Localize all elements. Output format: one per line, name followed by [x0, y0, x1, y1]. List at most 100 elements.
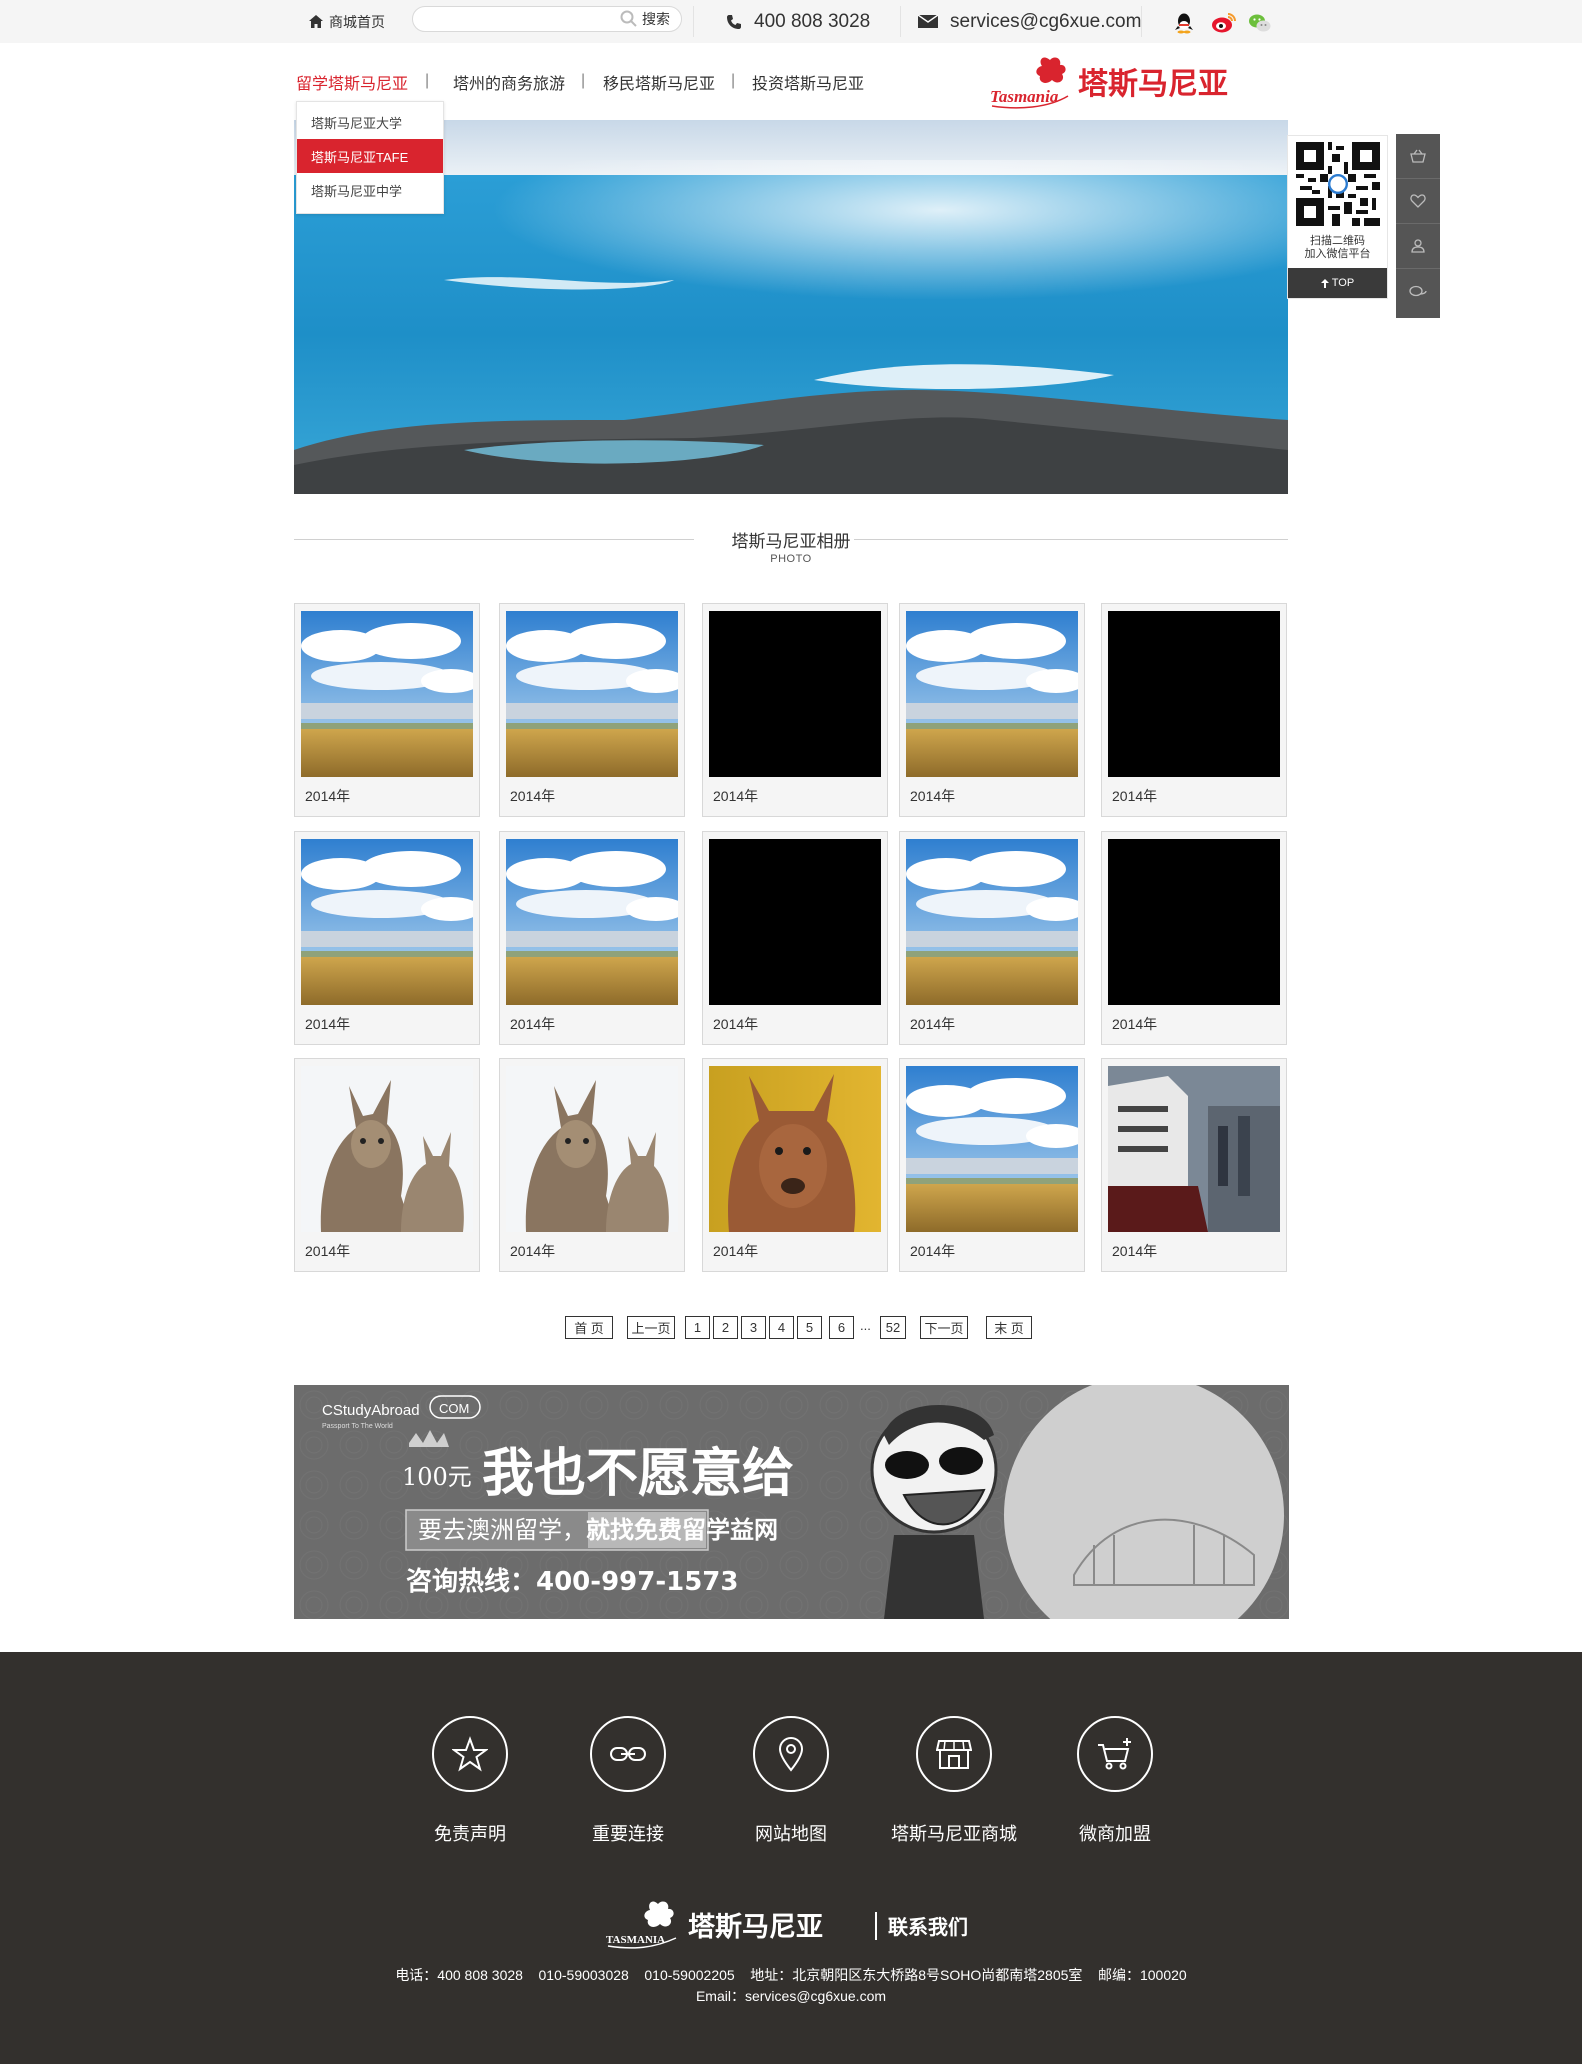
map-pin-icon [778, 1737, 804, 1772]
gallery-card[interactable]: 2014年 [702, 1058, 888, 1272]
home-icon [309, 15, 323, 28]
page-button-5[interactable]: 5 [797, 1316, 822, 1339]
gallery-caption: 2014年 [713, 1016, 759, 1032]
gallery-card[interactable]: 2014年 [702, 831, 888, 1045]
footer-link-sitemap[interactable]: 网站地图 [721, 1716, 861, 1846]
gallery-photo[interactable] [906, 1066, 1078, 1232]
gallery-photo[interactable] [906, 839, 1078, 1005]
nav-business-travel[interactable]: 塔州的商务旅游 [453, 65, 565, 99]
star-icon [452, 1736, 488, 1772]
nav-investment[interactable]: 投资塔斯马尼亚 [752, 65, 864, 99]
gallery-card[interactable]: 2014年 [899, 1058, 1085, 1272]
search-label: 搜索 [642, 11, 670, 27]
page-button-4[interactable]: 4 [769, 1316, 794, 1339]
site-logo[interactable]: Tasmania 塔斯马尼亚 [988, 52, 1264, 110]
svg-text:Passport To The World: Passport To The World [322, 1423, 393, 1430]
svg-text:我也不愿意给: 我也不愿意给 [482, 1443, 794, 1504]
gallery-caption: 2014年 [713, 1243, 759, 1259]
gallery-card[interactable]: 2014年 [1101, 1058, 1287, 1272]
gallery-card[interactable]: 2014年 [1101, 603, 1287, 817]
email-address[interactable]: services@cg6xue.com [918, 0, 1141, 43]
gallery-card[interactable]: 2014年 [499, 603, 685, 817]
heart-icon [1410, 194, 1426, 208]
nav-immigration[interactable]: 移民塔斯马尼亚 [603, 65, 715, 99]
footer-link-franchise[interactable]: 微商加盟 [1045, 1716, 1185, 1846]
qr-code [1295, 142, 1380, 226]
footer-contact: 电话：400 808 3028 010-59003028 010-5900220… [395, 1967, 1187, 2004]
gallery-photo[interactable] [709, 839, 881, 1005]
back-to-top-button[interactable]: TOP [1288, 268, 1387, 298]
gallery-card[interactable]: 2014年 [702, 603, 888, 817]
page-button-1[interactable]: 1 [685, 1316, 710, 1339]
footer-link-important[interactable]: 重要连接 [558, 1716, 698, 1846]
gallery-photo[interactable] [1108, 611, 1280, 777]
arrow-up-icon [1320, 278, 1329, 288]
side-chat-button[interactable] [1396, 269, 1440, 314]
gallery-caption: 2014年 [305, 1016, 351, 1032]
page-button-3[interactable]: 3 [741, 1316, 766, 1339]
gallery-card[interactable]: 2014年 [294, 603, 480, 817]
gallery-caption: 2014年 [713, 788, 759, 804]
gallery-card[interactable]: 2014年 [1101, 831, 1287, 1045]
search-button[interactable]: 搜索 [620, 6, 670, 32]
dropdown-item-university[interactable]: 塔斯马尼亚大学 [297, 105, 443, 139]
link-icon [610, 1747, 646, 1761]
ad-banner[interactable]: CStudyAbroad COM Passport To The World 1… [294, 1385, 1289, 1619]
gallery-photo[interactable] [1108, 1066, 1280, 1232]
svg-text:Tasmania: Tasmania [990, 87, 1059, 106]
svg-text:塔斯马尼亚: 塔斯马尼亚 [688, 1912, 823, 1943]
page-next-button[interactable]: 下一页 [920, 1316, 968, 1339]
side-cart-button[interactable] [1396, 134, 1440, 179]
mail-icon [918, 15, 938, 28]
top-bar: 商城首页 搜索 400 808 3028 services@cg6xue.com [0, 0, 1582, 43]
gallery-photo[interactable] [709, 611, 881, 777]
page-prev-button[interactable]: 上一页 [627, 1316, 675, 1339]
gallery-photo[interactable] [906, 611, 1078, 777]
gallery-photo[interactable] [301, 611, 473, 777]
footer-link-store[interactable]: 塔斯马尼亚商城 [884, 1716, 1024, 1846]
gallery-photo[interactable] [506, 611, 678, 777]
gallery-photo[interactable] [301, 839, 473, 1005]
phone-number: 400 808 3028 [726, 0, 870, 43]
qq-icon[interactable] [1173, 12, 1195, 34]
page-last-button[interactable]: 末 页 [986, 1316, 1032, 1339]
gallery-caption: 2014年 [910, 1243, 956, 1259]
gallery-card[interactable]: 2014年 [499, 1058, 685, 1272]
nav-study[interactable]: 留学塔斯马尼亚 [296, 65, 408, 99]
gallery-photo[interactable] [301, 1066, 473, 1232]
side-user-button[interactable] [1396, 224, 1440, 269]
footer-logo: TASMANIA 塔斯马尼亚 联系我们 [604, 1898, 984, 1954]
gallery-card[interactable]: 2014年 [294, 831, 480, 1045]
gallery-caption: 2014年 [1112, 1016, 1158, 1032]
dropdown-item-tafe[interactable]: 塔斯马尼亚TAFE [297, 139, 443, 173]
weibo-icon[interactable] [1211, 12, 1237, 34]
gallery-photo[interactable] [506, 1066, 678, 1232]
gallery-photo[interactable] [506, 839, 678, 1005]
gallery-caption: 2014年 [510, 1016, 556, 1032]
gallery-card[interactable]: 2014年 [899, 831, 1085, 1045]
side-favorite-button[interactable] [1396, 179, 1440, 224]
gallery-photo[interactable] [1108, 839, 1280, 1005]
footer-link-disclaimer[interactable]: 免责声明 [400, 1716, 540, 1846]
dropdown-item-highschool[interactable]: 塔斯马尼亚中学 [297, 173, 443, 207]
home-link[interactable]: 商城首页 [309, 0, 385, 43]
chat-icon [1409, 285, 1427, 296]
search-icon [620, 10, 637, 27]
wechat-icon[interactable] [1248, 12, 1272, 34]
gallery-card[interactable]: 2014年 [499, 831, 685, 1045]
page-first-button[interactable]: 首 页 [565, 1316, 613, 1339]
store-icon [936, 1740, 972, 1769]
gallery-photo[interactable] [709, 1066, 881, 1232]
svg-text:TASMANIA: TASMANIA [606, 1934, 665, 1946]
basket-icon [1410, 149, 1426, 163]
gallery-card[interactable]: 2014年 [294, 1058, 480, 1272]
contact-us-link[interactable]: 联系我们 [888, 1915, 968, 1939]
svg-text:CStudyAbroad: CStudyAbroad [322, 1402, 420, 1419]
gallery-card[interactable]: 2014年 [899, 603, 1085, 817]
cart-plus-icon [1098, 1738, 1131, 1770]
page-button-6[interactable]: 6 [829, 1316, 854, 1339]
page-button-52[interactable]: 52 [880, 1316, 906, 1339]
page-button-2[interactable]: 2 [713, 1316, 738, 1339]
gallery-caption: 2014年 [510, 1243, 556, 1259]
user-icon [1411, 239, 1425, 253]
